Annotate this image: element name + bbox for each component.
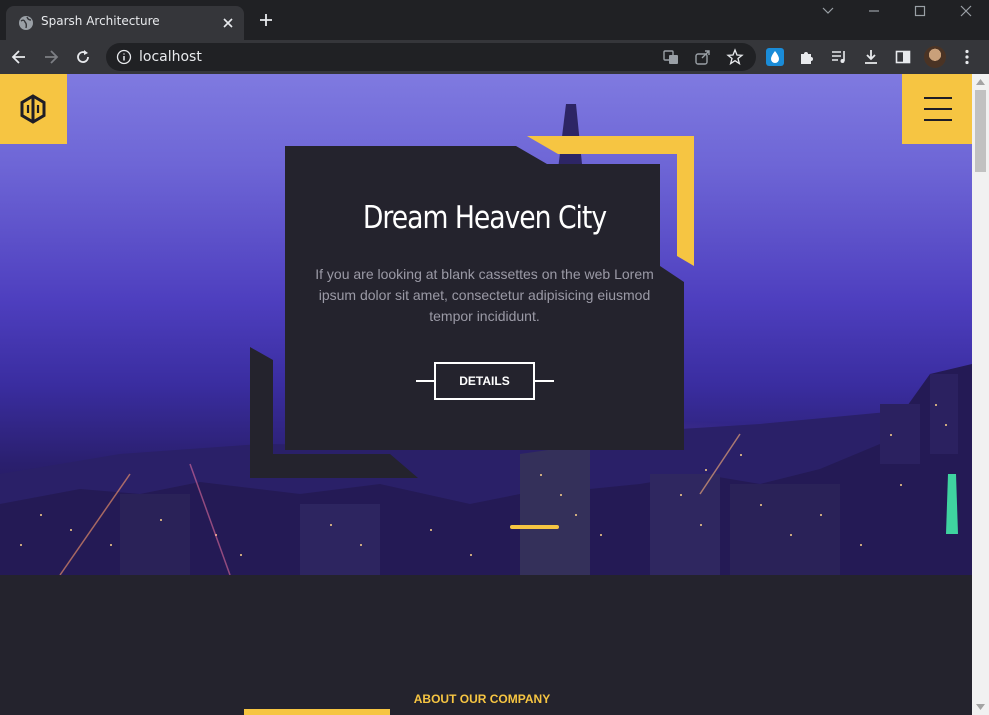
puzzle-extensions-icon[interactable] (798, 48, 816, 66)
hero-description: If you are looking at blank cassettes on… (315, 266, 654, 324)
address-bar[interactable]: localhost (106, 43, 756, 71)
scroll-up-icon[interactable] (976, 79, 985, 85)
reload-icon[interactable] (74, 48, 92, 66)
site-logo[interactable] (0, 74, 67, 144)
page-viewport: Dream Heaven City If you are looking at … (0, 74, 972, 715)
plus-icon[interactable] (258, 12, 274, 28)
details-button[interactable]: DETAILS (434, 362, 535, 400)
side-panel-icon[interactable] (894, 48, 912, 66)
share-icon[interactable] (694, 48, 712, 66)
profile-avatar[interactable] (924, 46, 946, 68)
translate-icon[interactable] (662, 48, 680, 66)
hero-title: Dream Heaven City (362, 200, 607, 236)
info-icon[interactable] (116, 49, 132, 65)
hero-section: Dream Heaven City If you are looking at … (0, 74, 972, 575)
url-text: localhost (139, 49, 202, 65)
about-section-heading: ABOUT OUR COMPANY (413, 692, 551, 706)
browser-toolbar: localhost (0, 40, 989, 74)
chevron-down-icon[interactable] (819, 3, 837, 19)
maximize-icon[interactable] (911, 3, 929, 19)
close-icon[interactable] (220, 15, 236, 31)
button-dash-right (535, 380, 554, 382)
download-icon[interactable] (862, 48, 880, 66)
star-icon[interactable] (726, 48, 744, 66)
scroll-down-icon[interactable] (976, 704, 985, 710)
about-accent-bar (244, 709, 390, 715)
globe-icon (19, 16, 33, 30)
tab-title: Sparsh Architecture (41, 14, 160, 28)
media-queue-icon[interactable] (830, 48, 848, 66)
sparsh-logo-icon (20, 94, 46, 124)
minimize-icon[interactable] (865, 3, 883, 19)
browser-tab[interactable]: Sparsh Architecture (6, 6, 244, 40)
scroll-thumb[interactable] (975, 90, 986, 172)
back-icon[interactable] (10, 48, 28, 66)
page-scrollbar[interactable] (972, 74, 989, 715)
slider-indicator[interactable] (510, 525, 559, 529)
forward-icon[interactable] (42, 48, 60, 66)
more-menu-icon[interactable] (958, 48, 976, 66)
drop-extension-icon[interactable] (766, 48, 784, 66)
browser-titlebar: Sparsh Architecture (0, 0, 989, 40)
menu-toggle-button[interactable] (902, 74, 972, 144)
close-window-icon[interactable] (957, 3, 975, 19)
button-dash-left (416, 380, 435, 382)
hero-card: Dream Heaven City If you are looking at … (285, 146, 684, 450)
